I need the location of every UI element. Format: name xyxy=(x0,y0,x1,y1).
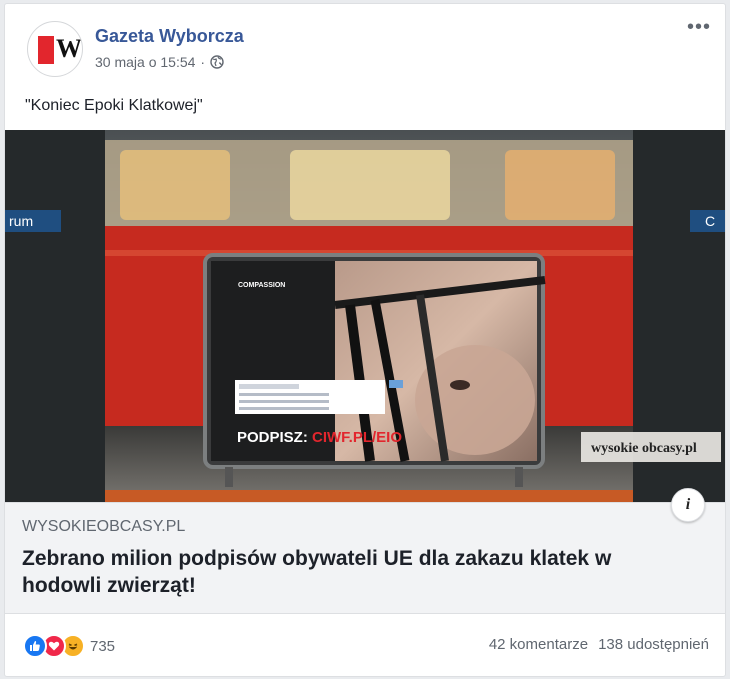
billboard-form-line xyxy=(239,400,329,403)
shares-count-link[interactable]: 138 udostępnień xyxy=(598,636,709,653)
billboard-cta: PODPISZ: CIWF.PL/EIO xyxy=(237,429,402,446)
reaction-count: 735 xyxy=(90,637,116,655)
pig-eye xyxy=(450,380,470,390)
meta-separator: · xyxy=(200,54,206,70)
train-window xyxy=(505,150,615,220)
billboard-form-button xyxy=(389,380,403,388)
engagement-stats: 42 komentarze 138 udostępnień xyxy=(489,636,709,653)
link-headline[interactable]: Zebrano milion podpisów obywateli UE dla… xyxy=(22,545,682,599)
billboard-form-line xyxy=(239,384,299,389)
page-name-link[interactable]: Gazeta Wyborcza xyxy=(95,26,244,47)
billboard-form-line xyxy=(239,407,329,410)
platform-edge xyxy=(5,490,725,502)
train-window xyxy=(290,150,450,220)
link-preview[interactable]: WYSOKIEOBCASY.PL Zebrano milion podpisów… xyxy=(5,502,725,614)
post-meta: 30 maja o 15:54 · xyxy=(95,54,224,70)
billboard-form-line xyxy=(239,393,329,396)
station-sign-right-text: C xyxy=(705,213,715,229)
info-icon[interactable]: i xyxy=(671,488,705,522)
link-domain: WYSOKIEOBCASY.PL xyxy=(22,518,186,535)
post-text: "Koniec Epoki Klatkowej" xyxy=(25,97,203,114)
billboard-cta-prefix: PODPISZ: xyxy=(237,429,312,446)
more-options-icon[interactable]: ••• xyxy=(687,17,711,37)
reactions-summary[interactable]: 735 xyxy=(23,634,115,658)
avatar-red-block xyxy=(38,36,54,64)
pillar-left xyxy=(5,130,105,502)
station-sign-left-text: rum xyxy=(9,213,33,229)
post-timestamp[interactable]: 30 maja o 15:54 xyxy=(95,54,195,70)
billboard-cta-link: CIWF.PL/EIO xyxy=(312,429,402,446)
post-card: W Gazeta Wyborcza 30 maja o 15:54 · ••• … xyxy=(4,3,726,677)
avatar-logo-letter: W xyxy=(56,34,82,63)
page-avatar[interactable]: W xyxy=(27,21,83,77)
billboard-leg xyxy=(515,467,523,487)
globe-icon[interactable] xyxy=(210,55,224,69)
like-icon xyxy=(23,634,47,658)
watermark-text: wysokie obcasy.pl xyxy=(591,441,697,456)
billboard-logo: COMPASSION xyxy=(238,282,285,289)
billboard-leg xyxy=(225,467,233,487)
comments-count-link[interactable]: 42 komentarze xyxy=(489,636,588,653)
train-window xyxy=(120,150,230,220)
post-image[interactable]: rum C COMPASSION PODPISZ: CIWF.PL/EIO wy… xyxy=(5,130,725,502)
